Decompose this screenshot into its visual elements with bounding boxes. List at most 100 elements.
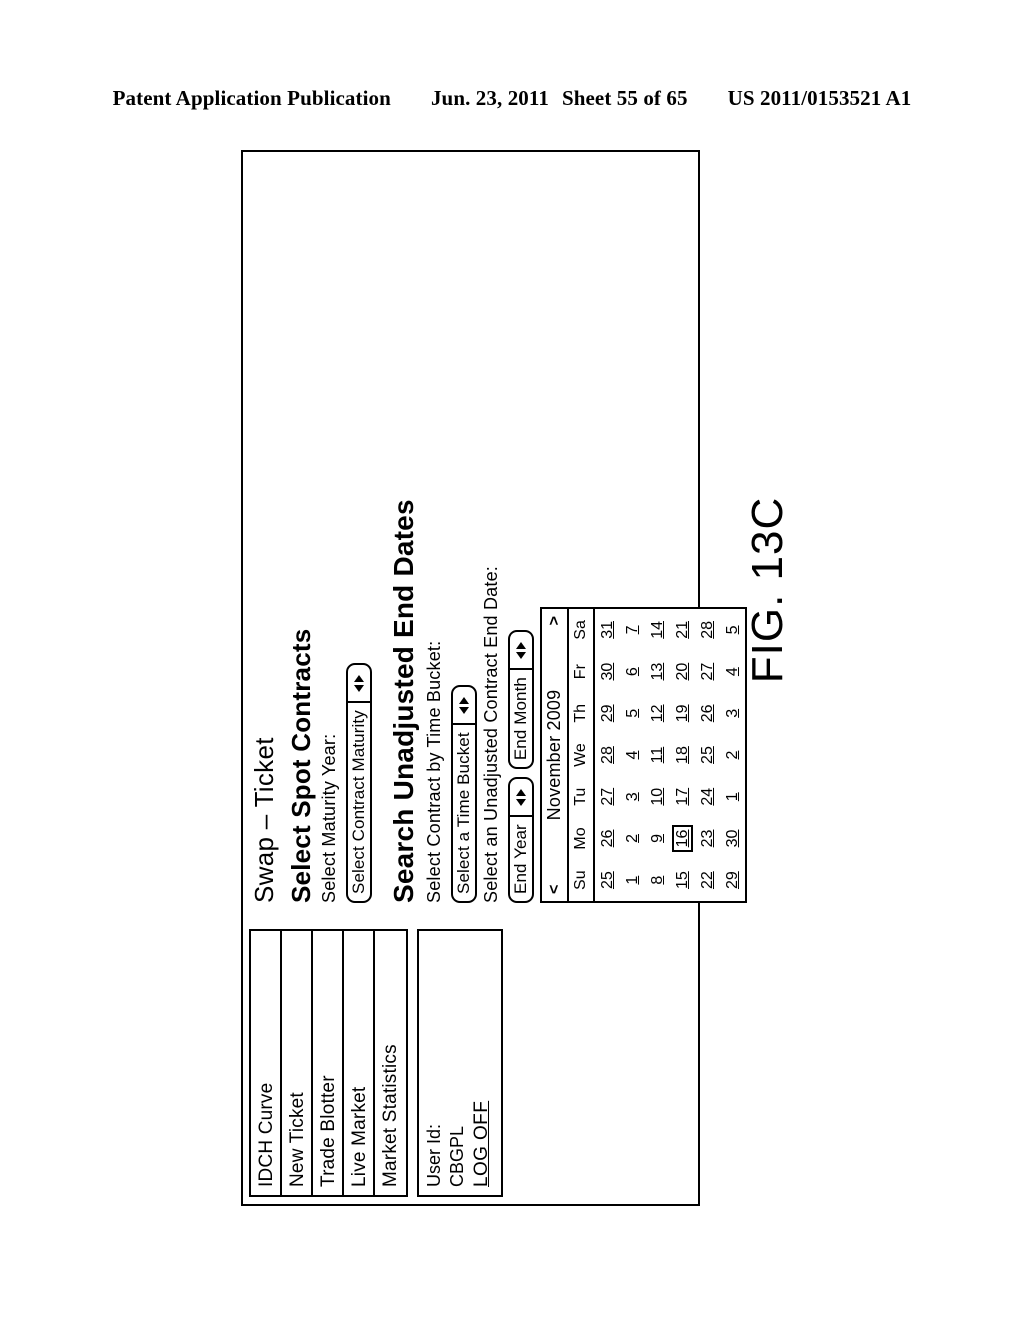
calendar-weeks: 25 26 27 28 29 30 31 1 2 3 4 5 6 7 8 9 10 11 12 13 14 15 16 17 1…	[594, 609, 745, 901]
calendar-day-number: 8	[648, 875, 665, 885]
calendar-day[interactable]: 18	[670, 734, 695, 776]
calendar-day[interactable]: 19	[670, 692, 695, 734]
sidebar-item-idch-curve[interactable]: IDCH Curve	[250, 931, 282, 1195]
calendar-day-number: 29	[723, 871, 740, 890]
calendar-day[interactable]: 13	[645, 651, 670, 693]
select-end-month-value: End Month	[510, 677, 530, 761]
calendar-day[interactable]: 24	[695, 776, 720, 818]
calendar-day[interactable]: 5	[620, 692, 645, 734]
calendar-day[interactable]: 17	[670, 776, 695, 818]
calendar-day[interactable]: 29	[720, 859, 745, 901]
spinner-arrows-icon[interactable]	[509, 779, 532, 818]
calendar-prev-month-icon[interactable]: <	[545, 885, 562, 894]
section-heading-unadjusted-end-dates: Search Unadjusted End Dates	[387, 499, 419, 903]
calendar-week-row: 8 9 10 11 12 13 14	[645, 609, 670, 901]
log-off-link[interactable]: LOG OFF	[470, 1101, 494, 1187]
calendar-day[interactable]: 28	[594, 734, 620, 776]
user-panel: User Id: CBGPL LOG OFF	[416, 929, 503, 1197]
patent-sheet-header: Patent Application Publication Jun. 23, …	[0, 86, 1024, 111]
calendar-day[interactable]: 26	[594, 818, 620, 860]
calendar-day[interactable]: 14	[645, 609, 670, 651]
calendar-title-bar: < November 2009 >	[541, 609, 569, 901]
arrow-right-icon	[515, 788, 526, 796]
calendar-day[interactable]: 30	[720, 818, 745, 860]
sidebar-item-label: New Ticket	[286, 1092, 308, 1187]
calendar-day[interactable]: 9	[645, 818, 670, 860]
calendar-day[interactable]: 30	[594, 651, 620, 693]
calendar-day-number: 4	[623, 750, 640, 760]
calendar-day-number: 26	[698, 704, 715, 723]
calendar-day-number: 30	[723, 829, 740, 848]
calendar-day[interactable]: 26	[695, 692, 720, 734]
calendar-day[interactable]: 27	[594, 776, 620, 818]
main-content: Swap – Ticket Select Spot Contracts Sele…	[249, 163, 747, 903]
figure-content-area: IDCH Curve New Ticket Trade Blotter Live…	[241, 150, 747, 1206]
sidebar-item-label: IDCH Curve	[255, 1082, 277, 1187]
arrow-left-icon	[458, 706, 469, 714]
calendar-day[interactable]: 10	[645, 776, 670, 818]
calendar-day[interactable]: 20	[670, 651, 695, 693]
select-end-year-value: End Year	[510, 824, 530, 894]
page-title: Swap – Ticket	[248, 737, 279, 903]
calendar-grid: Su Mo Tu We Th Fr Sa 25 26 27 28 29 30 31 1 2 3 4 5…	[568, 609, 745, 901]
select-time-bucket[interactable]: Select a Time Bucket	[450, 685, 477, 903]
calendar-weekday-mo: Mo	[568, 817, 594, 860]
select-contract-maturity[interactable]: Select Contract Maturity	[345, 663, 372, 903]
user-id-label: User Id:	[423, 1123, 444, 1187]
sidebar-item-trade-blotter[interactable]: Trade Blotter	[312, 931, 344, 1195]
calendar-day-number: 15	[673, 871, 690, 890]
calendar-day[interactable]: 25	[695, 734, 720, 776]
arrow-left-icon	[353, 684, 364, 692]
calendar-day[interactable]: 8	[645, 859, 670, 901]
calendar-day-number: 17	[673, 787, 690, 806]
calendar-day[interactable]: 28	[695, 609, 720, 651]
select-end-year[interactable]: End Year	[507, 777, 534, 903]
calendar-day[interactable]: 22	[695, 859, 720, 901]
select-end-month[interactable]: End Month	[507, 630, 534, 770]
sidebar-item-label: Market Statistics	[379, 1044, 401, 1187]
calendar-day-number: 1	[623, 875, 640, 885]
calendar-day[interactable]: 25	[594, 859, 620, 901]
calendar-day[interactable]: 2	[720, 734, 745, 776]
label-select-contract-by-time-bucket: Select Contract by Time Bucket:	[423, 640, 444, 903]
calendar-day-number: 19	[673, 704, 690, 723]
calendar-next-month-icon[interactable]: >	[545, 616, 562, 625]
sidebar-item-market-statistics[interactable]: Market Statistics	[374, 931, 406, 1195]
calendar-day-number: 28	[598, 746, 615, 764]
sheet-number: Sheet 55 of 65	[561, 86, 688, 110]
calendar-day[interactable]: 11	[645, 734, 670, 776]
arrow-right-icon	[353, 674, 364, 682]
calendar-day[interactable]: 4	[620, 734, 645, 776]
calendar-day[interactable]: 7	[620, 609, 645, 651]
calendar-day[interactable]: 6	[620, 651, 645, 693]
calendar-day[interactable]: 1	[720, 776, 745, 818]
calendar-day[interactable]: 12	[645, 692, 670, 734]
calendar-day[interactable]: 2	[620, 818, 645, 860]
label-select-maturity-year: Select Maturity Year:	[318, 733, 339, 903]
calendar-week-row: 22 23 24 25 26 27 28	[695, 609, 720, 901]
calendar-day[interactable]: 1	[620, 859, 645, 901]
calendar-day-number: 23	[698, 829, 715, 848]
calendar-day[interactable]: 23	[695, 818, 720, 860]
calendar-day[interactable]: 15	[670, 859, 695, 901]
spinner-arrows-icon[interactable]	[347, 665, 370, 704]
calendar-day-number: 16	[671, 824, 693, 853]
calendar-day-number: 13	[648, 662, 665, 681]
calendar-day-number: 25	[698, 746, 715, 764]
sidebar-item-live-market[interactable]: Live Market	[343, 931, 375, 1195]
calendar-day[interactable]: 31	[594, 609, 620, 651]
sidebar-item-new-ticket[interactable]: New Ticket	[281, 931, 313, 1195]
date-picker-calendar: < November 2009 > Su Mo Tu We Th Fr Sa 2…	[539, 607, 747, 903]
calendar-day-number: 7	[623, 625, 640, 635]
row-end-year-month: End Year End Month	[507, 163, 534, 903]
calendar-day-selected[interactable]: 16	[670, 818, 695, 860]
calendar-day[interactable]: 3	[620, 776, 645, 818]
calendar-day[interactable]: 21	[670, 609, 695, 651]
calendar-day[interactable]: 27	[695, 651, 720, 693]
calendar-week-row: 25 26 27 28 29 30 31	[594, 609, 620, 901]
spinner-arrows-icon[interactable]	[452, 687, 475, 726]
calendar-weekday-sa: Sa	[568, 609, 594, 651]
calendar-day[interactable]: 29	[594, 692, 620, 734]
calendar-day-number: 22	[698, 871, 715, 890]
spinner-arrows-icon[interactable]	[509, 632, 532, 671]
